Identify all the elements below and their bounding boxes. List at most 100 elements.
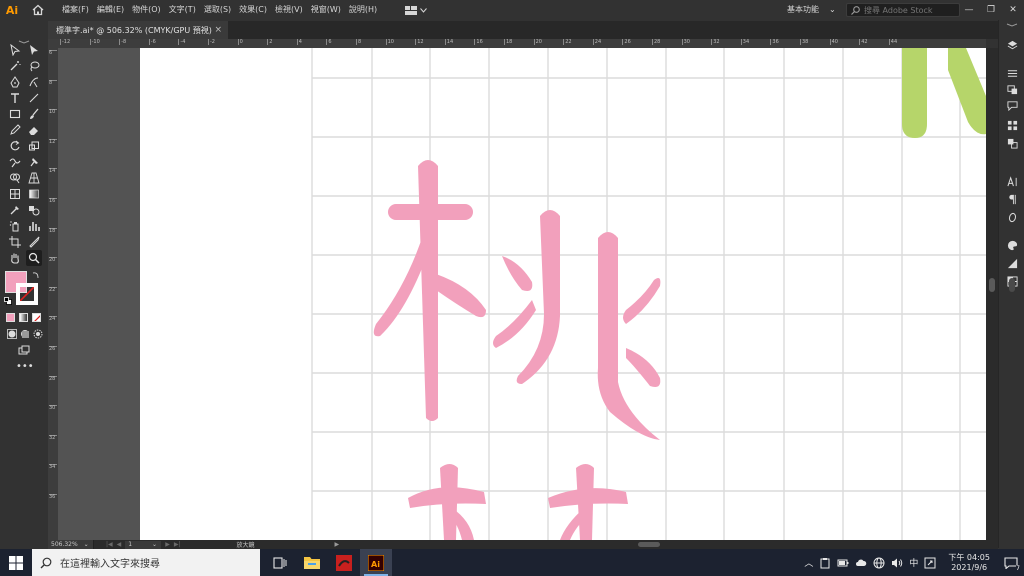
horizontal-scroll-thumb[interactable] [638, 542, 660, 547]
horizontal-ruler[interactable]: -12 -10 -8 -6 -4 -2 0 2 4 6 8 10 12 14 16 18 20 22 24 26 28 3… [58, 39, 986, 48]
menu-window[interactable]: 視窗(W) [307, 0, 345, 20]
home-icon[interactable] [28, 0, 48, 20]
paintbrush-tool[interactable] [26, 106, 42, 122]
curvature-tool[interactable] [26, 74, 42, 90]
slice-tool[interactable] [26, 234, 42, 250]
arrange-documents-button[interactable] [405, 5, 428, 15]
color-mode-none[interactable] [32, 313, 41, 322]
libraries-panel-button[interactable] [1005, 66, 1019, 80]
battery-icon[interactable] [837, 557, 849, 569]
restore-button[interactable]: ❐ [980, 0, 1002, 20]
pen-tool[interactable] [7, 74, 23, 90]
artboard[interactable] [140, 48, 986, 540]
color-panel-button[interactable] [1005, 238, 1019, 252]
file-explorer-app[interactable] [296, 549, 328, 576]
taskbar-search-box[interactable]: 在這裡輸入文字來搜尋 [32, 549, 260, 576]
paragraph-panel-button[interactable] [1005, 192, 1019, 206]
color-mode-gradient[interactable] [19, 313, 28, 322]
illustrator-app[interactable]: Ai [360, 549, 392, 576]
color-mode-color[interactable] [6, 313, 15, 322]
edit-toolbar-more-icon[interactable]: ••• [16, 362, 34, 372]
magic-wand-tool[interactable] [7, 58, 23, 74]
rotate-tool[interactable] [7, 138, 23, 154]
menu-edit[interactable]: 編輯(E) [93, 0, 128, 20]
menu-file[interactable]: 檔案(F) [58, 0, 93, 20]
cloud-sync-icon[interactable] [855, 557, 867, 569]
default-fill-stroke-icon[interactable] [4, 297, 12, 305]
panel-dock-scroll-thumb[interactable] [1009, 278, 1015, 292]
blend-tool[interactable] [26, 202, 42, 218]
status-menu-button[interactable]: ▶ [335, 541, 340, 548]
minimize-button[interactable]: — [958, 0, 980, 20]
opentype-panel-button[interactable] [1005, 210, 1019, 224]
dock-collapse-icon[interactable] [1006, 23, 1018, 27]
menu-help[interactable]: 說明(H) [345, 0, 381, 20]
start-button[interactable] [0, 549, 32, 576]
media-app[interactable] [328, 549, 360, 576]
direct-selection-tool[interactable] [26, 42, 42, 58]
mesh-tool[interactable] [7, 186, 23, 202]
artboard-number-select[interactable]: 1 ⌄ [125, 540, 162, 549]
ruler-origin[interactable] [48, 39, 58, 48]
vertical-scroll-thumb[interactable] [989, 278, 995, 292]
eraser-tool[interactable] [26, 122, 42, 138]
swap-fill-stroke-icon[interactable] [32, 271, 40, 279]
input-method-indicator[interactable]: 中 [909, 556, 918, 569]
gradient-tool[interactable] [26, 186, 42, 202]
align-panel-button[interactable] [1005, 118, 1019, 132]
first-artboard-button[interactable]: |◀ [106, 541, 113, 548]
stroke-color-swatch[interactable] [16, 283, 38, 305]
stock-search-input[interactable] [864, 5, 954, 15]
hand-tool[interactable] [7, 250, 23, 266]
eyedropper-tool[interactable] [7, 202, 23, 218]
zoom-tool[interactable] [26, 250, 42, 266]
pencil-tool[interactable] [7, 122, 23, 138]
menu-type[interactable]: 文字(T) [165, 0, 200, 20]
document-tab[interactable]: 標準字.ai* @ 506.32% (CMYK/GPU 預視) × [48, 21, 228, 39]
volume-icon[interactable] [891, 557, 903, 569]
taskbar-clock[interactable]: 下午 04:05 2021/9/6 [948, 553, 990, 573]
network-globe-icon[interactable] [873, 557, 885, 569]
properties-panel-button[interactable] [1005, 38, 1019, 52]
canvas-area[interactable] [58, 48, 986, 540]
show-hidden-icons-button[interactable]: ︿ [804, 556, 813, 569]
menu-effect[interactable]: 效果(C) [235, 0, 271, 20]
vertical-ruler[interactable]: 6 8 10 12 14 16 18 20 22 24 26 28 30 32 34 36 [48, 48, 58, 540]
type-tool[interactable] [7, 90, 23, 106]
line-segment-tool[interactable] [26, 90, 42, 106]
close-button[interactable]: ✕ [1002, 0, 1024, 20]
character-panel-button[interactable] [1005, 174, 1019, 188]
symbol-sprayer-tool[interactable] [7, 218, 23, 234]
column-graph-tool[interactable] [26, 218, 42, 234]
stock-search[interactable] [846, 3, 960, 17]
task-view-button[interactable] [264, 549, 296, 576]
screen-mode-button[interactable] [16, 343, 32, 359]
lasso-tool[interactable] [26, 58, 42, 74]
clipboard-icon[interactable] [819, 557, 831, 569]
pathfinder-panel-button[interactable] [1005, 136, 1019, 150]
selection-tool[interactable] [7, 42, 23, 58]
shape-builder-tool[interactable] [7, 170, 23, 186]
next-artboard-button[interactable]: ▶ [165, 541, 170, 548]
last-artboard-button[interactable]: ▶| [174, 541, 181, 548]
image-trace-panel-button[interactable] [1005, 82, 1019, 96]
perspective-grid-tool[interactable] [26, 170, 42, 186]
warp-tool[interactable] [7, 154, 23, 170]
zoom-level-select[interactable]: 506.32% ⌄ [48, 540, 94, 549]
previous-artboard-button[interactable]: ◀ [117, 541, 122, 548]
scale-tool[interactable] [26, 138, 42, 154]
menu-select[interactable]: 選取(S) [200, 0, 235, 20]
comments-panel-button[interactable] [1005, 98, 1019, 112]
workspace-switcher[interactable]: 基本功能 ⌄ [787, 0, 836, 20]
tab-close-button[interactable]: × [214, 25, 222, 35]
menu-object[interactable]: 物件(O) [128, 0, 165, 20]
draw-inside-mode[interactable] [30, 326, 46, 342]
action-center-button[interactable]: 7 [1002, 554, 1020, 572]
ime-mode-icon[interactable] [924, 557, 936, 569]
rectangle-tool[interactable] [7, 106, 23, 122]
vertical-scrollbar[interactable] [986, 48, 998, 540]
artboard-tool[interactable] [7, 234, 23, 250]
color-guide-panel-button[interactable] [1005, 256, 1019, 270]
puppet-warp-tool[interactable] [26, 154, 42, 170]
menu-view[interactable]: 檢視(V) [271, 0, 307, 20]
